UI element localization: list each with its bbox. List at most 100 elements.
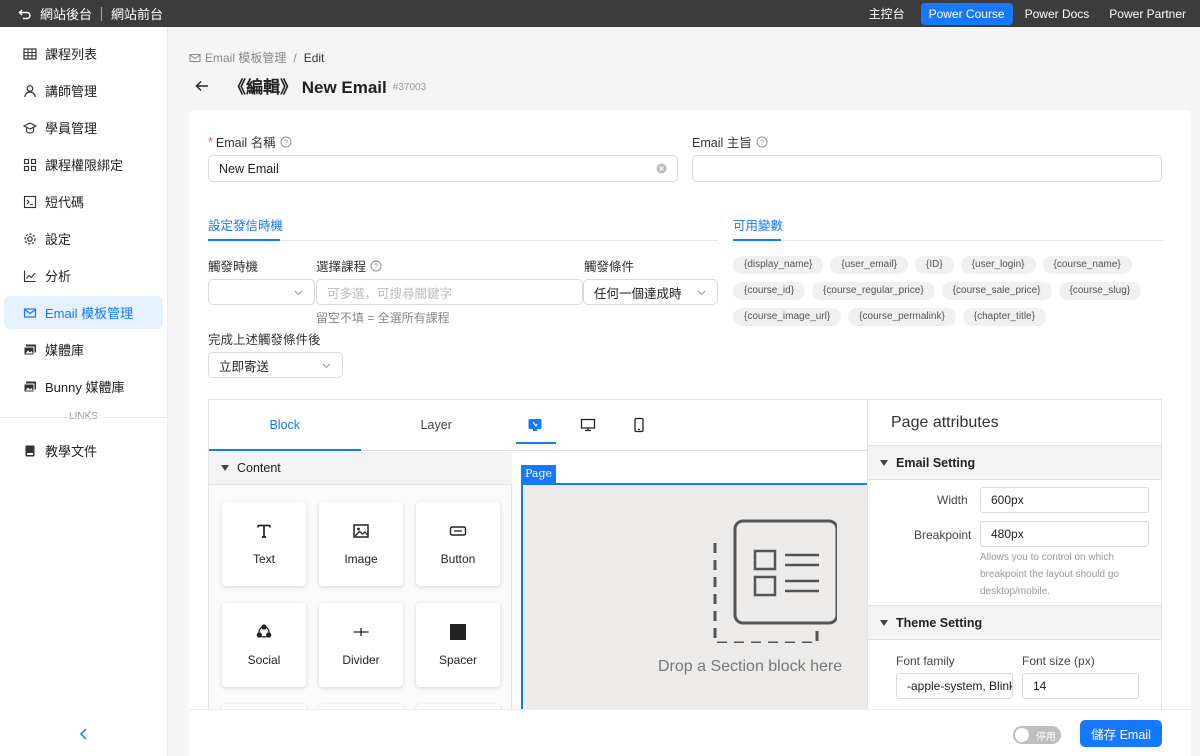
- gear-icon: [23, 232, 37, 246]
- spacer-block[interactable]: Spacer: [416, 603, 500, 687]
- chevron-down-icon: [696, 287, 707, 298]
- canvas-area: Page Drop a Section block here: [512, 400, 867, 730]
- sidebar-item-teachers[interactable]: 講師管理: [4, 74, 163, 107]
- trigger-time-label: 觸發時機: [208, 260, 259, 274]
- theme-setting-header[interactable]: Theme Setting: [868, 605, 1161, 640]
- drop-section-text: Drop a Section block here: [658, 658, 843, 675]
- variable-tag[interactable]: {course_name}: [1042, 256, 1132, 274]
- preview-icon[interactable]: [527, 417, 543, 433]
- sidebar-item-shortcodes[interactable]: 短代碼: [4, 185, 163, 218]
- email-setting-header[interactable]: Email Setting: [868, 445, 1161, 480]
- desktop-icon[interactable]: [580, 417, 596, 433]
- sidebar-item-course-list[interactable]: 課程列表: [4, 37, 163, 70]
- breakpoint-input[interactable]: 480px: [980, 521, 1149, 547]
- font-family-label: Font family: [896, 654, 955, 668]
- email-subject-input[interactable]: [692, 155, 1162, 182]
- condition-label: 觸發條件: [584, 260, 635, 274]
- back-arrow-icon[interactable]: [195, 79, 209, 93]
- variables-section-divider: [733, 240, 1163, 241]
- media-icon: [23, 380, 37, 394]
- font-family-input[interactable]: -apple-system, BlinkMacSystemFont: [896, 673, 1013, 699]
- variable-tag[interactable]: {course_regular_price}: [812, 282, 935, 300]
- variable-tag[interactable]: {user_email}: [830, 256, 908, 274]
- toggle-knob: [1015, 728, 1029, 742]
- page-tag[interactable]: Page: [521, 465, 557, 483]
- variable-tag[interactable]: {chapter_title}: [962, 308, 1046, 326]
- variable-tag[interactable]: {course_sale_price}: [941, 282, 1052, 300]
- caret-down-icon: [880, 459, 888, 466]
- trigger-time-select[interactable]: [208, 279, 315, 305]
- page-title: 《編輯》 New Email: [229, 78, 387, 97]
- variable-tag[interactable]: {user_login}: [960, 256, 1036, 274]
- clear-icon[interactable]: [656, 163, 667, 174]
- condition-select[interactable]: 任何一個達成時: [583, 279, 718, 305]
- dashboard-link[interactable]: 主控台: [861, 5, 913, 22]
- page-attributes-title: Page attributes: [891, 414, 999, 431]
- breadcrumb-parent[interactable]: Email 模板管理: [205, 49, 286, 66]
- text-block[interactable]: Text: [222, 502, 306, 586]
- power-course-link[interactable]: Power Course: [920, 2, 1013, 25]
- backend-link[interactable]: 網站後台: [40, 4, 92, 23]
- variable-tag[interactable]: {course_slug}: [1058, 282, 1142, 300]
- help-icon[interactable]: ?: [280, 136, 292, 148]
- image-icon: [352, 522, 370, 540]
- course-select[interactable]: 可多選，可搜尋關鍵字: [316, 279, 583, 305]
- width-input[interactable]: 600px: [980, 487, 1149, 513]
- book-icon: [23, 444, 37, 458]
- sidebar-item-label: 學員管理: [45, 121, 98, 136]
- sidebar-item-email-templates[interactable]: Email 模板管理: [4, 296, 163, 329]
- title-row: 《編輯》 New Email #37003: [195, 73, 426, 98]
- student-icon: [23, 121, 37, 135]
- sidebar-item-students[interactable]: 學員管理: [4, 111, 163, 144]
- enable-toggle[interactable]: 停用: [1013, 726, 1061, 744]
- social-icon: [255, 623, 273, 641]
- sidebar-item-docs[interactable]: 教學文件: [4, 434, 163, 467]
- sidebar-item-permissions[interactable]: 課程權限綁定: [4, 148, 163, 181]
- caret-down-icon: [221, 465, 229, 471]
- variable-tag[interactable]: {course_permalink}: [848, 308, 956, 326]
- return-icon[interactable]: [18, 7, 32, 21]
- sidebar-item-bunny-media[interactable]: Bunny 媒體庫: [4, 370, 163, 403]
- variable-tag[interactable]: {ID}: [914, 256, 954, 274]
- sidebar-item-settings[interactable]: 設定: [4, 222, 163, 255]
- tab-layer[interactable]: Layer: [361, 400, 513, 450]
- divider-block[interactable]: Divider: [319, 603, 403, 687]
- content-group-header[interactable]: Content: [209, 452, 512, 485]
- sidebar-item-label: 講師管理: [45, 84, 98, 99]
- sidebar-item-media[interactable]: 媒體庫: [4, 333, 163, 366]
- topbar-separator: [101, 6, 103, 21]
- variable-tag[interactable]: {display_name}: [733, 256, 824, 274]
- send-timing-select[interactable]: 立即寄送: [208, 352, 343, 378]
- save-email-button[interactable]: 儲存 Email: [1080, 720, 1162, 747]
- tab-block[interactable]: Block: [209, 400, 361, 451]
- image-block[interactable]: Image: [319, 502, 403, 586]
- sidebar-item-analytics[interactable]: 分析: [4, 259, 163, 292]
- sidebar-item-label: 媒體庫: [45, 343, 85, 358]
- email-name-input[interactable]: New Email: [208, 155, 678, 182]
- chevron-down-icon: [321, 360, 332, 371]
- power-docs-link[interactable]: Power Docs: [1017, 7, 1098, 21]
- section-placeholder-icon: [707, 513, 837, 643]
- frontend-link[interactable]: 網站前台: [111, 4, 163, 23]
- variable-tag[interactable]: {course_id}: [733, 282, 806, 300]
- collapse-sidebar-icon[interactable]: [78, 727, 90, 741]
- sidebar-item-label: 分析: [45, 269, 72, 284]
- course-hint: 留空不填 = 全選所有課程: [316, 311, 450, 325]
- chart-icon: [23, 269, 37, 283]
- user-icon: [23, 84, 37, 98]
- mobile-icon[interactable]: [631, 417, 647, 433]
- trigger-section-title[interactable]: 設定發信時機: [208, 215, 283, 234]
- social-block[interactable]: Social: [222, 603, 306, 687]
- topbar-left: 網站後台 網站前台: [0, 4, 163, 23]
- help-icon[interactable]: ?: [370, 260, 382, 272]
- button-block[interactable]: Button: [416, 502, 500, 586]
- help-icon[interactable]: ?: [756, 136, 768, 148]
- font-size-label: Font size (px): [1022, 654, 1095, 668]
- breadcrumb-separator: /: [293, 50, 297, 65]
- variables-section-title[interactable]: 可用變數: [733, 215, 783, 234]
- variable-tag[interactable]: {course_image_url}: [733, 308, 842, 326]
- blocks-panel: Block Layer Content Text Image Button So…: [209, 400, 512, 730]
- font-size-input[interactable]: 14: [1022, 673, 1139, 699]
- mail-icon: [189, 52, 201, 64]
- power-partner-link[interactable]: Power Partner: [1101, 7, 1194, 21]
